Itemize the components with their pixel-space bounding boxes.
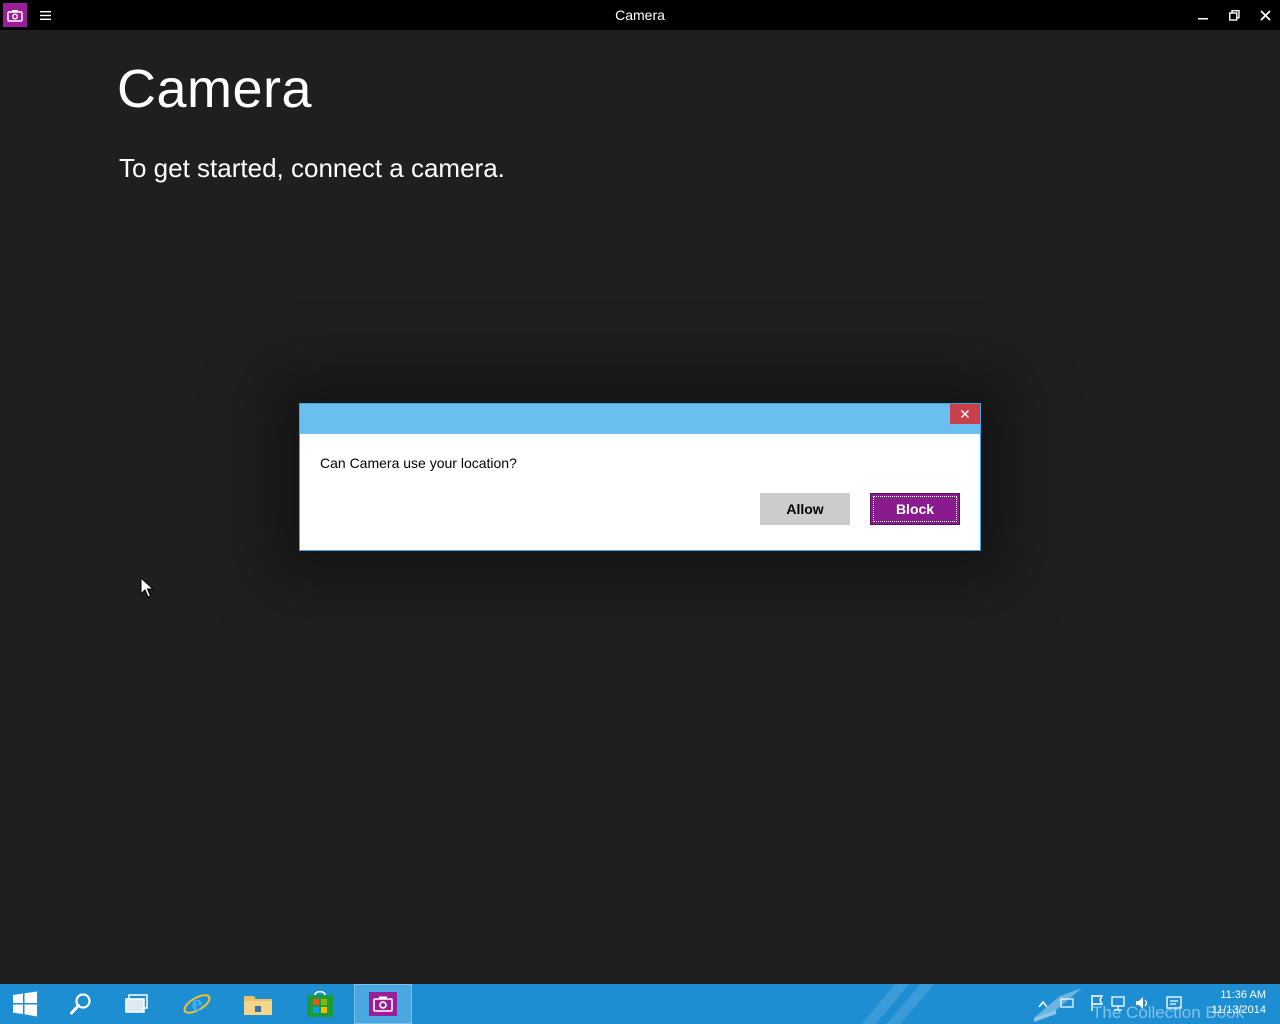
location-permission-dialog: Can Camera use your location? Allow Bloc… (299, 403, 981, 551)
window-titlebar: Camera (0, 0, 1280, 30)
file-explorer-button[interactable] (229, 984, 287, 1024)
window-title: Camera (615, 7, 665, 23)
dialog-header (300, 404, 980, 434)
mouse-cursor-icon (140, 577, 154, 598)
camera-app-icon (3, 3, 27, 27)
minimize-button[interactable] (1188, 0, 1218, 30)
keyboard-icon[interactable] (1060, 996, 1074, 1010)
taskbar: e 11:36 AM 11/13/2014 (0, 984, 1280, 1024)
allow-button[interactable]: Allow (760, 493, 850, 525)
search-button[interactable] (52, 984, 110, 1024)
task-view-icon (125, 994, 148, 1013)
start-icon (13, 991, 37, 1017)
close-icon (1259, 9, 1271, 21)
internet-explorer-icon: e (183, 991, 211, 1017)
store-icon (307, 990, 333, 1017)
restore-button[interactable] (1219, 0, 1249, 30)
svg-text:e: e (192, 991, 203, 1017)
internet-explorer-button[interactable]: e (168, 984, 226, 1024)
minimize-icon (1198, 18, 1208, 20)
block-button[interactable]: Block (870, 493, 960, 525)
start-button[interactable] (0, 984, 54, 1024)
connect-camera-message: To get started, connect a camera. (119, 153, 505, 183)
page-title: Camera (117, 59, 313, 119)
close-button[interactable] (1250, 0, 1280, 30)
watermark-text: The Collection Book (1092, 1003, 1245, 1022)
task-view-button[interactable] (108, 984, 166, 1024)
store-button[interactable] (291, 984, 349, 1024)
close-icon (961, 410, 969, 418)
clock-time: 11:36 AM (1220, 989, 1266, 1001)
restore-icon (1228, 9, 1240, 21)
dialog-question: Can Camera use your location? (320, 455, 517, 471)
hamburger-icon (39, 10, 51, 20)
dialog-close-button[interactable] (950, 404, 980, 424)
hamburger-menu-button[interactable] (32, 2, 58, 28)
file-explorer-icon (244, 996, 272, 1015)
camera-icon (369, 992, 397, 1016)
camera-taskbar-button[interactable] (354, 984, 412, 1024)
search-icon (70, 993, 91, 1015)
chevron-up-icon[interactable] (1038, 1000, 1048, 1008)
